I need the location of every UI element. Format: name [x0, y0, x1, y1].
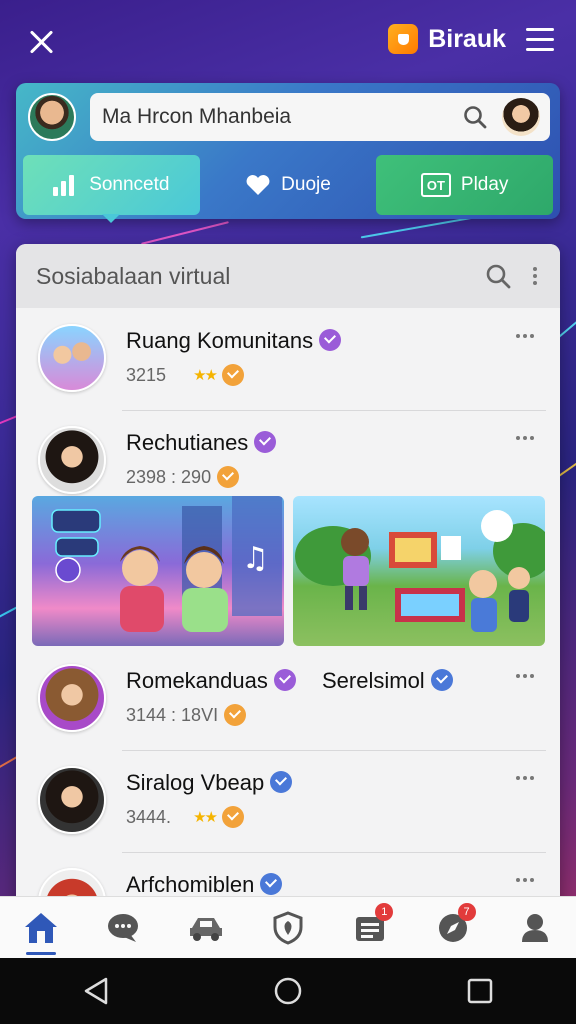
check-badge-icon [221, 806, 244, 828]
chat-icon [108, 913, 139, 942]
recents-button[interactable] [460, 971, 500, 1011]
item-title: Siralog Vbeap [126, 770, 293, 796]
home-icon [25, 912, 58, 943]
search-input[interactable] [90, 105, 440, 129]
heart-icon [246, 175, 270, 195]
list-item[interactable]: Rechutianes 2398 : 290 [16, 410, 560, 510]
item-meta: 3215 ★★ [126, 364, 244, 386]
close-button[interactable] [26, 26, 58, 58]
more-options-icon[interactable] [516, 776, 538, 784]
verified-badge-icon [430, 669, 453, 691]
media-card-friends[interactable]: ♫ [32, 496, 284, 646]
search-icon[interactable] [484, 262, 512, 290]
panel-header: Sosiabalaan virtual [16, 244, 560, 308]
more-vertical-icon[interactable] [532, 264, 538, 290]
tab-label: Duoje [281, 174, 331, 195]
list-item[interactable]: Ruang Komunitans 3215 ★★ [16, 308, 560, 408]
shield-icon [273, 910, 303, 945]
brand: Birauk [388, 24, 506, 54]
search-icon[interactable] [462, 104, 488, 130]
notification-badge: 7 [457, 902, 476, 921]
bar-chart-icon [53, 174, 79, 196]
recents-square-icon [467, 978, 493, 1004]
tab-plday[interactable]: OT Plday [376, 155, 554, 215]
verified-badge-icon [273, 669, 296, 691]
top-bar: Birauk [0, 0, 576, 80]
nav-news[interactable]: 1 [349, 902, 394, 949]
tab-label: Sonncetd [89, 174, 170, 195]
home-circle-icon [274, 977, 302, 1005]
stars-icon: ★★ [193, 367, 218, 384]
tab-bar: Sonncetd Duoje OT Plday [23, 155, 554, 223]
item-meta: 3144 : 18VI [126, 704, 247, 726]
verified-badge-icon [319, 329, 342, 351]
more-options-icon[interactable] [516, 436, 538, 444]
user-avatar[interactable] [502, 98, 540, 136]
list-item[interactable]: Siralog Vbeap 3444. ★★ [16, 750, 560, 850]
check-badge-icon [217, 466, 240, 488]
svg-text:♫: ♫ [242, 541, 269, 576]
item-meta: 2398 : 290 [126, 466, 240, 488]
nav-chat[interactable] [102, 907, 144, 949]
search-box [90, 93, 550, 141]
feed-panel: Sosiabalaan virtual Ruang Komunitans 321… [16, 244, 560, 944]
illustration-friends-chat: ♫ [51, 496, 282, 632]
brand-logo-icon [388, 24, 419, 54]
avatar [38, 426, 106, 494]
home-system-button[interactable] [268, 971, 308, 1011]
notification-badge: 1 [375, 902, 394, 921]
back-triangle-icon [84, 977, 108, 1005]
check-badge-icon [224, 704, 247, 726]
nav-profile[interactable] [514, 907, 556, 949]
nav-car[interactable] [185, 907, 227, 949]
car-icon [189, 917, 222, 941]
header-card: Sonncetd Duoje OT Plday [16, 83, 560, 223]
item-title: Romekanduas [126, 668, 296, 694]
more-options-icon[interactable] [516, 674, 538, 682]
stars-icon: ★★ [193, 809, 218, 826]
play-box-icon: OT [420, 173, 451, 197]
brand-name: Birauk [428, 24, 506, 53]
item-title-secondary: Serelsimol [322, 668, 453, 694]
nav-compass[interactable]: 7 [432, 902, 476, 949]
item-title: Rechutianes [126, 430, 277, 456]
system-navigation-bar [0, 958, 576, 1024]
more-options-icon[interactable] [516, 334, 538, 342]
media-card-kids-game[interactable] [293, 496, 545, 646]
nav-shield[interactable] [267, 907, 309, 949]
item-title: Ruang Komunitans [126, 328, 342, 354]
profile-avatar[interactable] [28, 93, 76, 141]
item-title: Arfchomiblen [126, 872, 283, 898]
avatar [38, 324, 106, 392]
panel-title: Sosiabalaan virtual [36, 262, 231, 289]
avatar [38, 664, 106, 732]
more-options-icon[interactable] [516, 878, 538, 886]
list-item[interactable]: Romekanduas Serelsimol 3144 : 18VI [16, 648, 560, 748]
nav-home[interactable] [20, 907, 62, 955]
verified-badge-icon [254, 431, 277, 453]
hamburger-menu-button[interactable] [526, 28, 554, 52]
back-button[interactable] [76, 971, 116, 1011]
check-badge-icon [221, 364, 244, 386]
avatar [38, 766, 106, 834]
verified-badge-icon [260, 873, 283, 895]
bottom-navigation: 1 7 [0, 896, 576, 958]
verified-badge-icon [270, 771, 293, 793]
tab-label: Plday [460, 174, 509, 195]
tab-duoje[interactable]: Duoje [200, 155, 377, 215]
tab-connected[interactable]: Sonncetd [23, 155, 200, 223]
item-meta: 3444. ★★ [126, 806, 244, 828]
illustration-kids-playing [295, 510, 545, 632]
profile-icon [521, 913, 548, 942]
